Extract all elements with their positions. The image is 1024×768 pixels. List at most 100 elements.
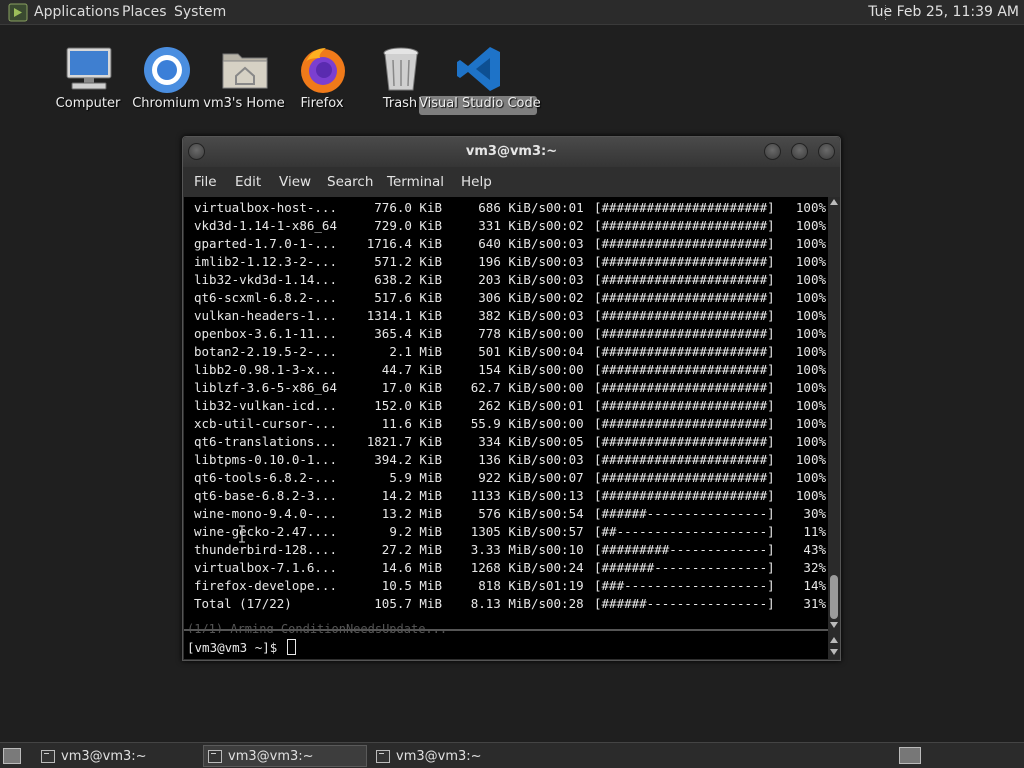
- package-name: qt6-scxml-6.8.2-...: [194, 290, 337, 305]
- progress-percent: 100%: [795, 344, 826, 359]
- progress-bar: [######################]: [594, 344, 775, 359]
- trash-icon: [383, 47, 419, 91]
- progress-bar: [######################]: [594, 452, 775, 467]
- progress-percent: 31%: [803, 596, 826, 611]
- progress-bar: [######----------------]: [594, 596, 775, 611]
- taskbar-button[interactable]: vm3@vm3:~: [36, 745, 200, 767]
- system-menu[interactable]: System: [174, 0, 226, 25]
- package-name: vulkan-headers-1...: [194, 308, 337, 323]
- elapsed-time: 00:13: [546, 488, 584, 503]
- download-rate: 382 KiB/s: [478, 308, 546, 323]
- progress-bar: [######################]: [594, 254, 775, 269]
- menu-terminal[interactable]: Terminal: [387, 167, 444, 197]
- vertical-scrollbar[interactable]: [828, 197, 840, 659]
- package-size: 776.0 KiB: [374, 200, 442, 215]
- scroll-up-arrow-icon[interactable]: [830, 199, 838, 205]
- scroll-up-arrow-icon[interactable]: [830, 637, 838, 643]
- window-titlebar[interactable]: vm3@vm3:~: [183, 137, 840, 167]
- package-name: qt6-translations...: [194, 434, 337, 449]
- elapsed-time: 00:00: [546, 416, 584, 431]
- terminal-output[interactable]: virtualbox-host-... 776.0 KiB 686 KiB/s 00:…: [184, 197, 828, 659]
- progress-bar: [######################]: [594, 398, 775, 413]
- maximize-button[interactable]: [791, 143, 808, 160]
- applications-menu[interactable]: Applications: [34, 0, 120, 25]
- download-rate: 1305 KiB/s: [470, 524, 546, 539]
- progress-percent: 100%: [795, 290, 826, 305]
- scroll-thumb[interactable]: [830, 575, 838, 619]
- menu-help[interactable]: Help: [461, 167, 492, 197]
- menu-search[interactable]: Search: [327, 167, 373, 197]
- places-menu[interactable]: Places: [122, 0, 167, 25]
- package-name: thunderbird-128....: [194, 542, 337, 557]
- progress-bar: [######################]: [594, 470, 775, 485]
- terminal-icon: [41, 750, 55, 763]
- clock[interactable]: Tue Feb 25, 11:39 AM: [868, 0, 1019, 25]
- download-rate: 262 KiB/s: [478, 398, 546, 413]
- terminal-window[interactable]: vm3@vm3:~ File Edit View Search Terminal…: [182, 136, 841, 661]
- ibeam-cursor-icon: [239, 525, 245, 543]
- top-panel: Applications Places System Tue Feb 25, 1…: [0, 0, 1024, 25]
- menu-edit[interactable]: Edit: [235, 167, 261, 197]
- elapsed-time: 00:03: [546, 272, 584, 287]
- vscode-icon: [457, 47, 500, 91]
- package-name: vkd3d-1.14-1-x86_64: [194, 218, 337, 233]
- package-size: 365.4 KiB: [374, 326, 442, 341]
- download-rate: 334 KiB/s: [478, 434, 546, 449]
- package-name: qt6-base-6.8.2-3...: [194, 488, 337, 503]
- workspace-switcher[interactable]: [899, 747, 921, 764]
- scroll-down-arrow-icon[interactable]: [830, 649, 838, 655]
- elapsed-time: 00:57: [546, 524, 584, 539]
- package-name: botan2-2.19.5-2-...: [194, 344, 337, 359]
- download-rate: 306 KiB/s: [478, 290, 546, 305]
- package-size: 14.2 MiB: [381, 488, 442, 503]
- scroll-down-arrow-icon[interactable]: [830, 622, 838, 628]
- elapsed-time: 00:03: [546, 236, 584, 251]
- elapsed-time: 00:01: [546, 398, 584, 413]
- progress-bar: [######----------------]: [594, 506, 775, 521]
- package-size: 11.6 KiB: [381, 416, 442, 431]
- download-rate: 62.7 KiB/s: [470, 380, 546, 395]
- taskbar-button-active[interactable]: vm3@vm3:~: [203, 745, 367, 767]
- package-size: 394.2 KiB: [374, 452, 442, 467]
- menu-view[interactable]: View: [279, 167, 311, 197]
- ghost-line: (1/1) Arming ConditionNeedsUpdate...: [187, 623, 448, 633]
- progress-percent: 100%: [795, 326, 826, 341]
- package-size: 1314.1 KiB: [366, 308, 442, 323]
- terminal-split-divider[interactable]: [184, 629, 828, 631]
- download-rate: 55.9 KiB/s: [470, 416, 546, 431]
- progress-bar: [######################]: [594, 272, 775, 287]
- package-size: 152.0 KiB: [374, 398, 442, 413]
- chromium-icon: [144, 47, 190, 93]
- desktop-icon-label: Visual Studio Code: [419, 96, 541, 111]
- home-folder-icon: [222, 53, 268, 89]
- progress-bar: [###-------------------]: [594, 578, 775, 593]
- elapsed-time: 00:24: [546, 560, 584, 575]
- elapsed-time: 00:03: [546, 308, 584, 323]
- elapsed-time: 00:02: [546, 290, 584, 305]
- minimize-button[interactable]: [764, 143, 781, 160]
- firefox-icon: [301, 48, 345, 93]
- progress-percent: 100%: [795, 254, 826, 269]
- elapsed-time: 00:04: [546, 344, 584, 359]
- close-button[interactable]: [818, 143, 835, 160]
- show-desktop-button[interactable]: [3, 748, 21, 764]
- progress-percent: 100%: [795, 200, 826, 215]
- taskbar-button[interactable]: vm3@vm3:~: [371, 745, 535, 767]
- package-size: 1821.7 KiB: [366, 434, 442, 449]
- download-progress-list: virtualbox-host-... 776.0 KiB 686 KiB/s 00:…: [184, 197, 828, 631]
- download-rate: 922 KiB/s: [478, 470, 546, 485]
- progress-bar: [######################]: [594, 416, 775, 431]
- progress-bar: [##--------------------]: [594, 524, 775, 539]
- progress-bar: [######################]: [594, 326, 775, 341]
- package-size: 5.9 MiB: [389, 470, 442, 485]
- package-name: liblzf-3.6-5-x86_64: [194, 380, 337, 395]
- mate-logo-icon[interactable]: [8, 3, 28, 22]
- progress-percent: 11%: [803, 524, 826, 539]
- progress-percent: 100%: [795, 362, 826, 377]
- elapsed-time: 01:19: [546, 578, 584, 593]
- progress-percent: 14%: [803, 578, 826, 593]
- terminal-menubar: File Edit View Search Terminal Help: [183, 167, 840, 197]
- menu-file[interactable]: File: [194, 167, 217, 197]
- desktop-icon-vscode[interactable]: Visual Studio Code: [419, 44, 541, 120]
- shell-prompt[interactable]: [vm3@vm3 ~]$: [187, 639, 296, 657]
